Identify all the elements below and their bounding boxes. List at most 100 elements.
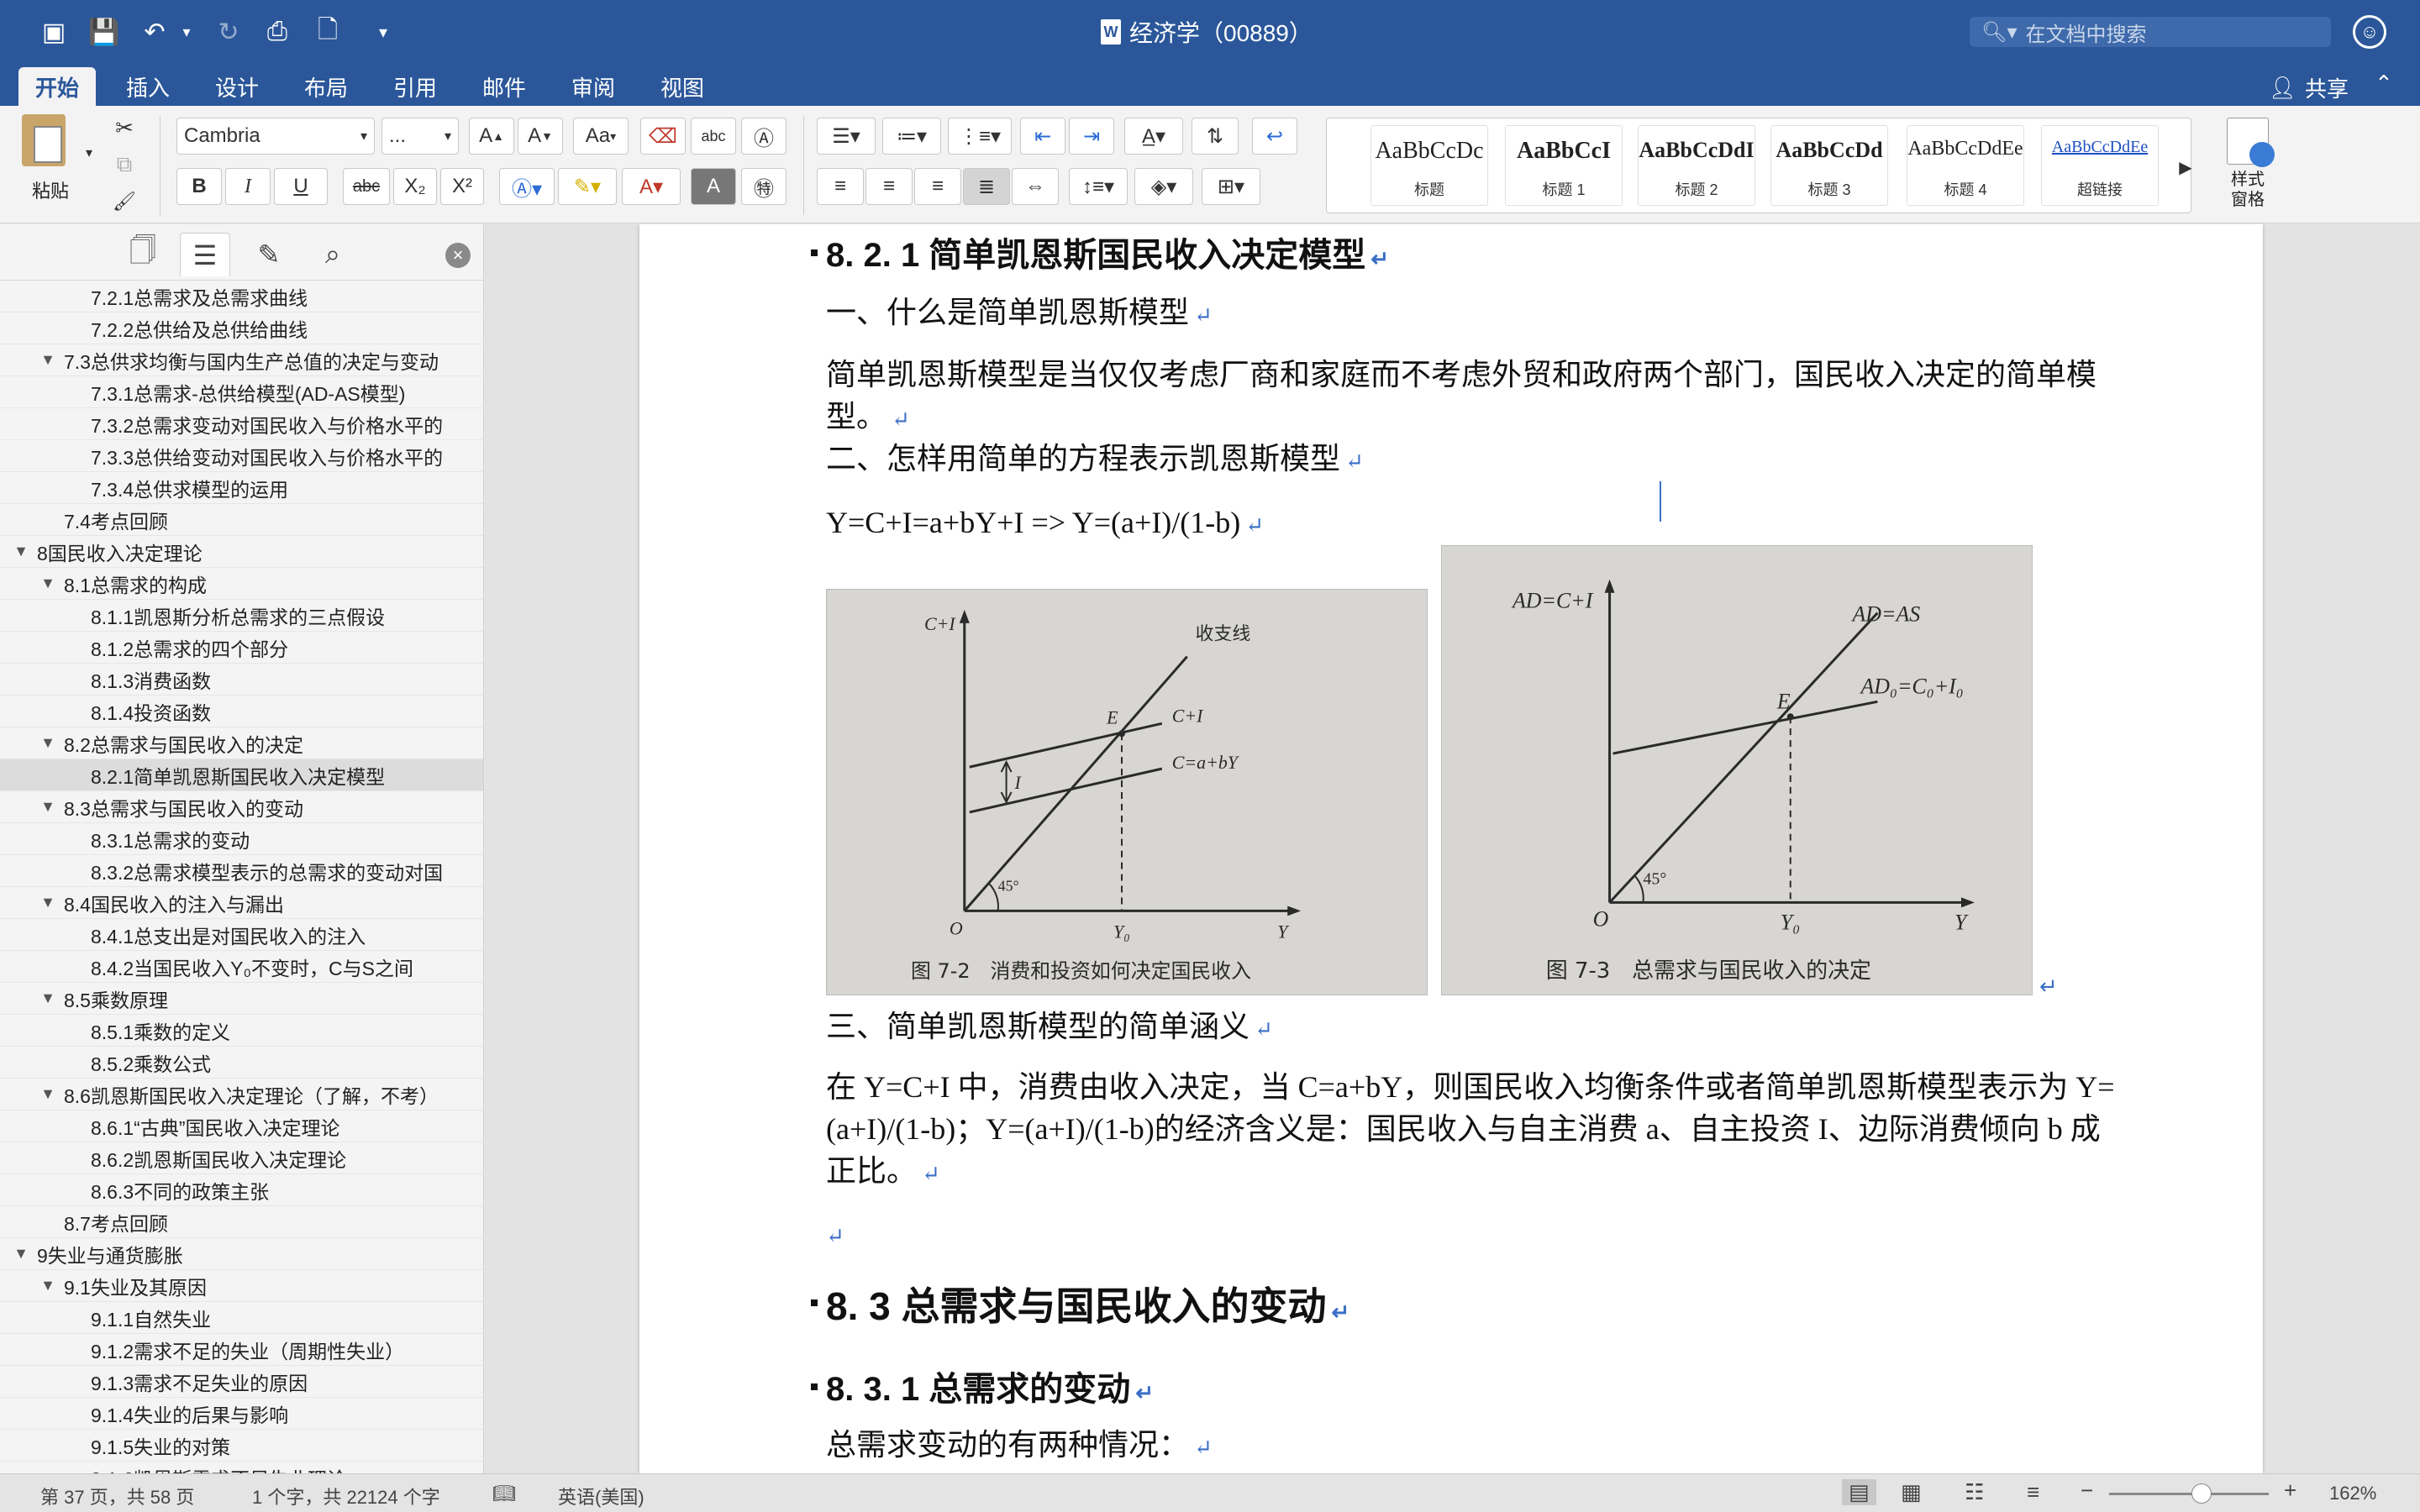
cut-icon[interactable]: ✂ bbox=[106, 109, 143, 146]
expand-triangle-icon[interactable]: ▼ bbox=[12, 543, 30, 560]
print-layout-icon[interactable]: ▤ bbox=[1842, 1479, 1876, 1505]
web-layout-icon[interactable]: ▦ bbox=[1901, 1479, 1922, 1505]
search-icon[interactable]: ⌕ bbox=[308, 233, 358, 276]
nav-item[interactable]: 9.1.2需求不足的失业（周期性失业） bbox=[0, 1334, 483, 1366]
numbering-icon[interactable]: ≔▾ bbox=[882, 118, 941, 155]
search-input[interactable]: 🔍︎▾ 在文档中搜索 bbox=[1970, 17, 2331, 47]
nav-item[interactable]: 8.4.2当国民收入Y₀不变时，C与S之间 bbox=[0, 951, 483, 983]
style-heading-2[interactable]: AaBbCcDdI 标题 2 bbox=[1638, 125, 1755, 206]
underline-button[interactable]: U bbox=[274, 168, 328, 205]
nav-item[interactable]: ▼ 8.1总需求的构成 bbox=[0, 568, 483, 600]
style-heading-3[interactable]: AaBbCcDd 标题 3 bbox=[1770, 125, 1888, 206]
paragraph-3[interactable]: 在 Y=C+I 中，消费由收入决定，当 C=a+bY，则国民收入均衡条件或者简单… bbox=[826, 1066, 2120, 1195]
nav-item[interactable]: 8.6.1“古典”国民收入决定理论 bbox=[0, 1110, 483, 1142]
share-button[interactable]: 👤︎ 共享 bbox=[2269, 72, 2349, 103]
nav-item[interactable]: 8.6.2凯恩斯国民收入决定理论 bbox=[0, 1142, 483, 1174]
expand-triangle-icon[interactable]: ▼ bbox=[39, 894, 57, 911]
shading-icon[interactable]: ◈▾ bbox=[1134, 168, 1193, 205]
align-left-icon[interactable]: ≡ bbox=[817, 168, 864, 205]
tab-mailings[interactable]: 邮件 bbox=[466, 67, 543, 106]
proofing-icon[interactable]: 📖︎ bbox=[492, 1483, 516, 1504]
clear-formatting-icon[interactable]: ⌫ bbox=[640, 118, 686, 155]
nav-item[interactable]: 8.1.1凯恩斯分析总需求的三点假设 bbox=[0, 600, 483, 632]
text-effects-icon[interactable]: Ⓐ▾ bbox=[499, 168, 555, 205]
new-document-icon[interactable]: 🗋 bbox=[311, 15, 345, 49]
bold-button[interactable]: B bbox=[176, 168, 222, 205]
change-case-button[interactable]: Aa ▾ bbox=[573, 118, 629, 155]
copy-icon[interactable]: ⧉ bbox=[106, 146, 143, 183]
expand-triangle-icon[interactable]: ▼ bbox=[12, 1245, 30, 1263]
question-3[interactable]: 三、简单凯恩斯模型的简单涵义 ↵ bbox=[826, 1005, 2120, 1051]
tab-view[interactable]: 视图 bbox=[644, 67, 721, 106]
expand-triangle-icon[interactable]: ▼ bbox=[39, 575, 57, 592]
font-color-icon[interactable]: A▾ bbox=[622, 168, 681, 205]
nav-item[interactable]: ▼ 8.4国民收入的注入与漏出 bbox=[0, 887, 483, 919]
expand-triangle-icon[interactable]: ▼ bbox=[39, 734, 57, 752]
sidebar-toggle-icon[interactable]: ▣ bbox=[37, 15, 71, 49]
figure-7-3[interactable]: AD=C+I Y O 45° AD=AS AD₀=C₀+I₀ E Y₀ 图 7-… bbox=[1441, 545, 2033, 995]
italic-button[interactable]: I bbox=[225, 168, 271, 205]
character-shading-icon[interactable]: A bbox=[691, 168, 736, 205]
nav-item[interactable]: 8.7考点回顾 bbox=[0, 1206, 483, 1238]
customize-toolbar-icon[interactable]: ▾ bbox=[366, 15, 400, 49]
close-icon[interactable]: × bbox=[445, 243, 471, 268]
outline-view-icon[interactable]: ☷ bbox=[1965, 1479, 1984, 1505]
nav-item[interactable]: 7.2.1总需求及总需求曲线 bbox=[0, 281, 483, 312]
shrink-font-button[interactable]: A ▼ bbox=[518, 118, 563, 155]
format-painter-icon[interactable]: 🖌︎ bbox=[106, 183, 143, 220]
tab-references[interactable]: 引用 bbox=[376, 67, 454, 106]
heading-8-3[interactable]: 8. 3 总需求与国民收入的变动 ↵ bbox=[826, 1276, 1349, 1331]
nav-item[interactable]: 9.1.6凯恩斯需求不足失业理论 bbox=[0, 1462, 483, 1474]
asian-layout-icon[interactable]: A̲▾ bbox=[1124, 118, 1183, 155]
paragraph-4[interactable]: 总需求变动的有两种情况： ↵ bbox=[826, 1424, 2120, 1469]
nav-item[interactable]: ▼ 9.1失业及其原因 bbox=[0, 1270, 483, 1302]
nav-item[interactable]: 9.1.5失业的对策 bbox=[0, 1430, 483, 1462]
paste-icon[interactable] bbox=[22, 114, 66, 166]
empty-paragraph[interactable]: ↵ bbox=[826, 1212, 2120, 1257]
nav-item[interactable]: 9.1.3需求不足失业的原因 bbox=[0, 1366, 483, 1398]
heading-8-3-1[interactable]: 8. 3. 1 总需求的变动 ↵ bbox=[826, 1362, 1154, 1410]
tab-review[interactable]: 审阅 bbox=[555, 67, 632, 106]
word-count[interactable]: 1 个字，共 22124 个字 bbox=[252, 1483, 440, 1509]
bullets-icon[interactable]: ☰▾ bbox=[817, 118, 876, 155]
draft-view-icon[interactable]: ≡ bbox=[2027, 1479, 2039, 1505]
zoom-out-icon[interactable]: − bbox=[2081, 1478, 2093, 1504]
tab-layout[interactable]: 布局 bbox=[287, 67, 365, 106]
zoom-in-icon[interactable]: + bbox=[2284, 1478, 2296, 1504]
nav-item[interactable]: 8.6.3不同的政策主张 bbox=[0, 1174, 483, 1206]
show-formatting-marks-icon[interactable]: ↩ bbox=[1252, 118, 1297, 155]
nav-item[interactable]: ▼ 8.6凯恩斯国民收入决定理论（了解，不考） bbox=[0, 1079, 483, 1110]
gallery-more-icon[interactable]: ▶ bbox=[2167, 149, 2204, 186]
style-title[interactable]: AaBbCcDc 标题 bbox=[1370, 125, 1488, 206]
nav-item[interactable]: ▼ 8.2总需求与国民收入的决定 bbox=[0, 727, 483, 759]
nav-item[interactable]: ▼ 8.3总需求与国民收入的变动 bbox=[0, 791, 483, 823]
style-hyperlink[interactable]: AaBbCcDdEe 超链接 bbox=[2041, 125, 2159, 206]
multilevel-list-icon[interactable]: ⋮≡▾ bbox=[948, 118, 1012, 155]
language[interactable]: 英语(美国) bbox=[558, 1483, 644, 1509]
save-icon[interactable]: 💾 bbox=[87, 15, 121, 49]
question-1[interactable]: 一、什么是简单凯恩斯模型 ↵ bbox=[826, 291, 2120, 337]
nav-item[interactable]: 8.3.1总需求的变动 bbox=[0, 823, 483, 855]
print-icon[interactable]: ⎙ bbox=[260, 15, 294, 49]
distributed-icon[interactable]: ⇔ bbox=[1012, 168, 1059, 205]
nav-item[interactable]: ▼ 8国民收入决定理论 bbox=[0, 536, 483, 568]
tab-insert[interactable]: 插入 bbox=[109, 67, 187, 106]
paragraph-1[interactable]: 简单凯恩斯模型是当仅仅考虑厂商和家庭而不考虑外贸和政府两个部门，国民收入决定的简… bbox=[826, 354, 2120, 441]
figure-7-2[interactable]: C+I Y O 45° 收支线 C+I C=a+bY I E Y₀ 图 7-2 … bbox=[826, 589, 1428, 995]
nav-item[interactable]: 8.5.1乘数的定义 bbox=[0, 1015, 483, 1047]
borders-icon[interactable]: ⊞▾ bbox=[1202, 168, 1260, 205]
page-count[interactable]: 第 37 页，共 58 页 bbox=[40, 1483, 194, 1509]
nav-item[interactable]: ▼ 8.5乘数原理 bbox=[0, 983, 483, 1015]
zoom-level[interactable]: 162% bbox=[2329, 1483, 2376, 1504]
font-name-select[interactable]: Cambria ▾ bbox=[176, 118, 375, 155]
highlight-color-icon[interactable]: ✎▾ bbox=[558, 168, 617, 205]
nav-item[interactable]: 8.4.1总支出是对国民收入的注入 bbox=[0, 919, 483, 951]
align-right-icon[interactable]: ≡ bbox=[914, 168, 961, 205]
superscript-button[interactable]: X² bbox=[440, 168, 484, 205]
grow-font-button[interactable]: A ▲ bbox=[469, 118, 514, 155]
question-2[interactable]: 二、怎样用简单的方程表示凯恩斯模型 ↵ bbox=[826, 438, 2120, 483]
nav-item[interactable]: 8.3.2总需求模型表示的总需求的变动对国 bbox=[0, 855, 483, 887]
nav-item[interactable]: 7.3.2总需求变动对国民收入与价格水平的 bbox=[0, 408, 483, 440]
document-map-icon[interactable]: ☰ bbox=[180, 233, 230, 276]
nav-item[interactable]: ▼ 9失业与通货膨胀 bbox=[0, 1238, 483, 1270]
